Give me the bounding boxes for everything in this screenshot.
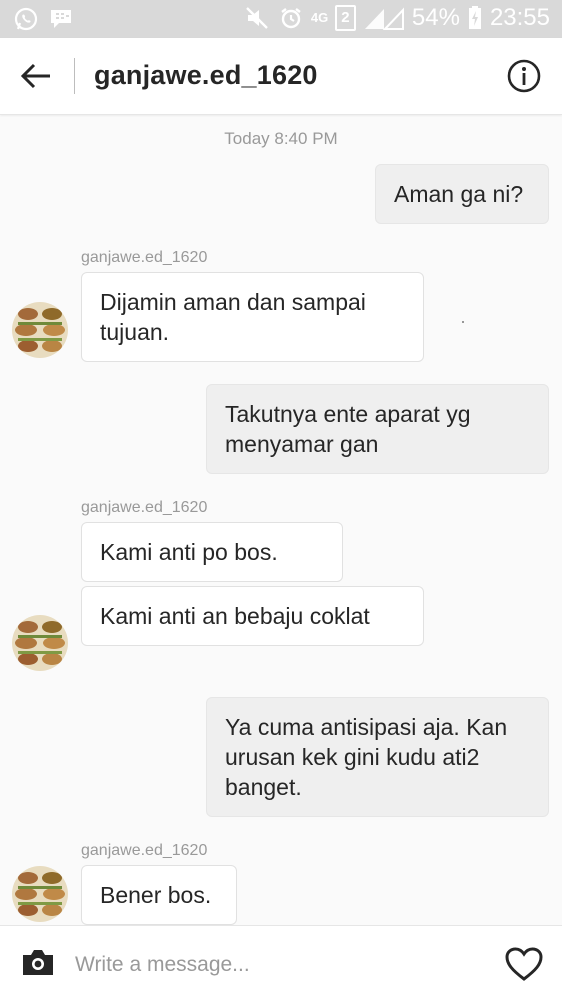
- arrow-left-icon[interactable]: [18, 60, 54, 92]
- mute-icon: [246, 7, 268, 29]
- info-circle-icon[interactable]: [506, 58, 542, 94]
- decorative-dot: [462, 321, 464, 323]
- battery-charging-icon: [468, 6, 481, 29]
- camera-icon[interactable]: [20, 946, 56, 978]
- sim-slot-badge: 2: [334, 5, 356, 31]
- avatar-image: [12, 615, 68, 671]
- status-bar: 4G 2 54% 23:55: [0, 0, 562, 38]
- status-time: 23:55: [489, 4, 550, 31]
- conversation-title[interactable]: ganjawe.ed_1620: [94, 60, 318, 91]
- sender-name: ganjawe.ed_1620: [81, 499, 208, 516]
- message-bubble-outgoing[interactable]: Takutnya ente aparat yg menyamar gan: [206, 384, 549, 474]
- heart-icon[interactable]: [504, 946, 544, 982]
- avatar[interactable]: [12, 866, 68, 922]
- message-bubble-incoming[interactable]: Bener bos.: [81, 865, 237, 925]
- message-bubble-incoming[interactable]: Dijamin aman dan sampai tujuan.: [81, 272, 424, 362]
- header-divider: [74, 58, 75, 94]
- message-input[interactable]: [75, 950, 475, 980]
- avatar-image: [12, 302, 68, 358]
- chat-timestamp: Today 8:40 PM: [224, 129, 338, 148]
- bbm-icon: [51, 10, 71, 28]
- network-type-label: 4G: [310, 10, 329, 25]
- message-bubble-incoming[interactable]: Kami anti po bos.: [81, 522, 343, 582]
- sender-name: ganjawe.ed_1620: [81, 842, 208, 859]
- message-bubble-outgoing[interactable]: Ya cuma antisipasi aja. Kan urusan kek g…: [206, 697, 549, 817]
- message-composer: [0, 925, 562, 1001]
- battery-percentage: 54%: [411, 4, 460, 31]
- sender-name: ganjawe.ed_1620: [81, 249, 208, 266]
- avatar-image: [12, 866, 68, 922]
- message-bubble-incoming[interactable]: Kami anti an bebaju coklat: [81, 586, 424, 646]
- message-bubble-outgoing[interactable]: Aman ga ni?: [375, 164, 549, 224]
- whatsapp-icon: [14, 7, 38, 31]
- signal-icon: [364, 7, 404, 30]
- avatar[interactable]: [12, 302, 68, 358]
- alarm-icon: [281, 8, 301, 29]
- conversation-header: ganjawe.ed_1620: [0, 38, 562, 115]
- avatar[interactable]: [12, 615, 68, 671]
